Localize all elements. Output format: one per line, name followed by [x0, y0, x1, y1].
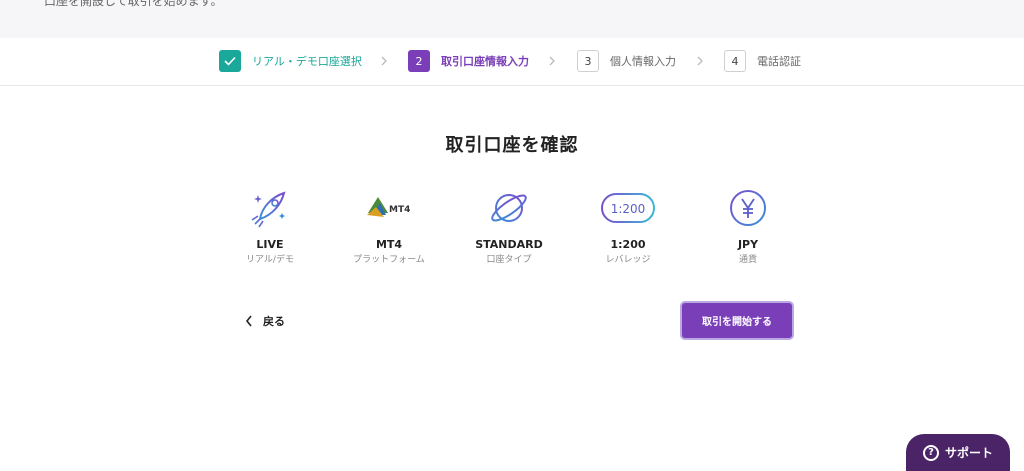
support-label: サポート — [944, 446, 993, 460]
chevron-left-icon — [245, 315, 252, 327]
spec-leverage: 1:200 1:200 レバレッジ — [573, 185, 683, 265]
spec-value: LIVE — [256, 238, 284, 251]
spec-sub: プラットフォーム — [353, 255, 425, 265]
stepper: リアル・デモ口座選択 2 取引口座情報入力 3 個人情報入力 4 電話認証 — [0, 38, 1024, 86]
help-icon: ? — [922, 444, 939, 461]
spec-sub: リアル/デモ — [246, 255, 294, 265]
step-label: 取引口座情報入力 — [441, 55, 529, 68]
planet-icon — [454, 185, 564, 231]
back-button[interactable]: 戻る — [245, 312, 285, 330]
step-label: リアル・デモ口座選択 — [252, 55, 362, 68]
chevron-right-icon — [549, 56, 555, 66]
spec-account-type: STANDARD 口座タイプ — [454, 185, 564, 265]
spec-sub: 口座タイプ — [486, 255, 532, 265]
leverage-badge: 1:200 — [573, 185, 683, 231]
step-4[interactable]: 4 電話認証 — [724, 49, 801, 73]
spec-currency: JPY 通貨 — [693, 185, 803, 265]
step-number: 3 — [577, 50, 599, 72]
step-number: 4 — [724, 50, 746, 72]
rocket-icon — [215, 185, 325, 231]
step-label: 電話認証 — [757, 55, 801, 68]
back-label: 戻る — [263, 315, 285, 328]
spec-value: MT4 — [375, 238, 403, 251]
chevron-right-icon — [381, 56, 387, 66]
step-2[interactable]: 2 取引口座情報入力 — [408, 49, 529, 73]
step-label: 個人情報入力 — [610, 55, 676, 68]
spec-platform: MT4 MT4 プラットフォーム — [334, 185, 444, 265]
step-number: 2 — [408, 50, 430, 72]
page-title: 取引口座を確認 — [445, 135, 579, 156]
spec-value: STANDARD — [475, 238, 543, 251]
spec-value: JPY — [737, 238, 759, 251]
mt4-logo-text: MT4 — [389, 205, 410, 215]
check-icon — [219, 50, 241, 72]
support-button[interactable]: ? サポート — [906, 434, 1010, 471]
leverage-badge-text: 1:200 — [611, 202, 646, 216]
mt4-logo: MT4 — [334, 185, 444, 231]
spec-sub: レバレッジ — [605, 255, 651, 265]
spec-live: LIVE リアル/デモ — [215, 185, 325, 265]
spec-sub: 通貨 — [738, 255, 757, 265]
step-3[interactable]: 3 個人情報入力 — [577, 49, 676, 73]
top-band: 口座を開設して取引を始めます。 — [0, 0, 1024, 38]
step-1[interactable]: リアル・デモ口座選択 — [219, 49, 362, 73]
spec-value: 1:200 — [610, 238, 646, 251]
start-trading-button[interactable]: 取引を開始する — [682, 303, 792, 338]
chevron-right-icon — [697, 56, 703, 66]
yen-icon — [693, 185, 803, 231]
header-text: 口座を開設して取引を始めます。 — [44, 0, 223, 8]
